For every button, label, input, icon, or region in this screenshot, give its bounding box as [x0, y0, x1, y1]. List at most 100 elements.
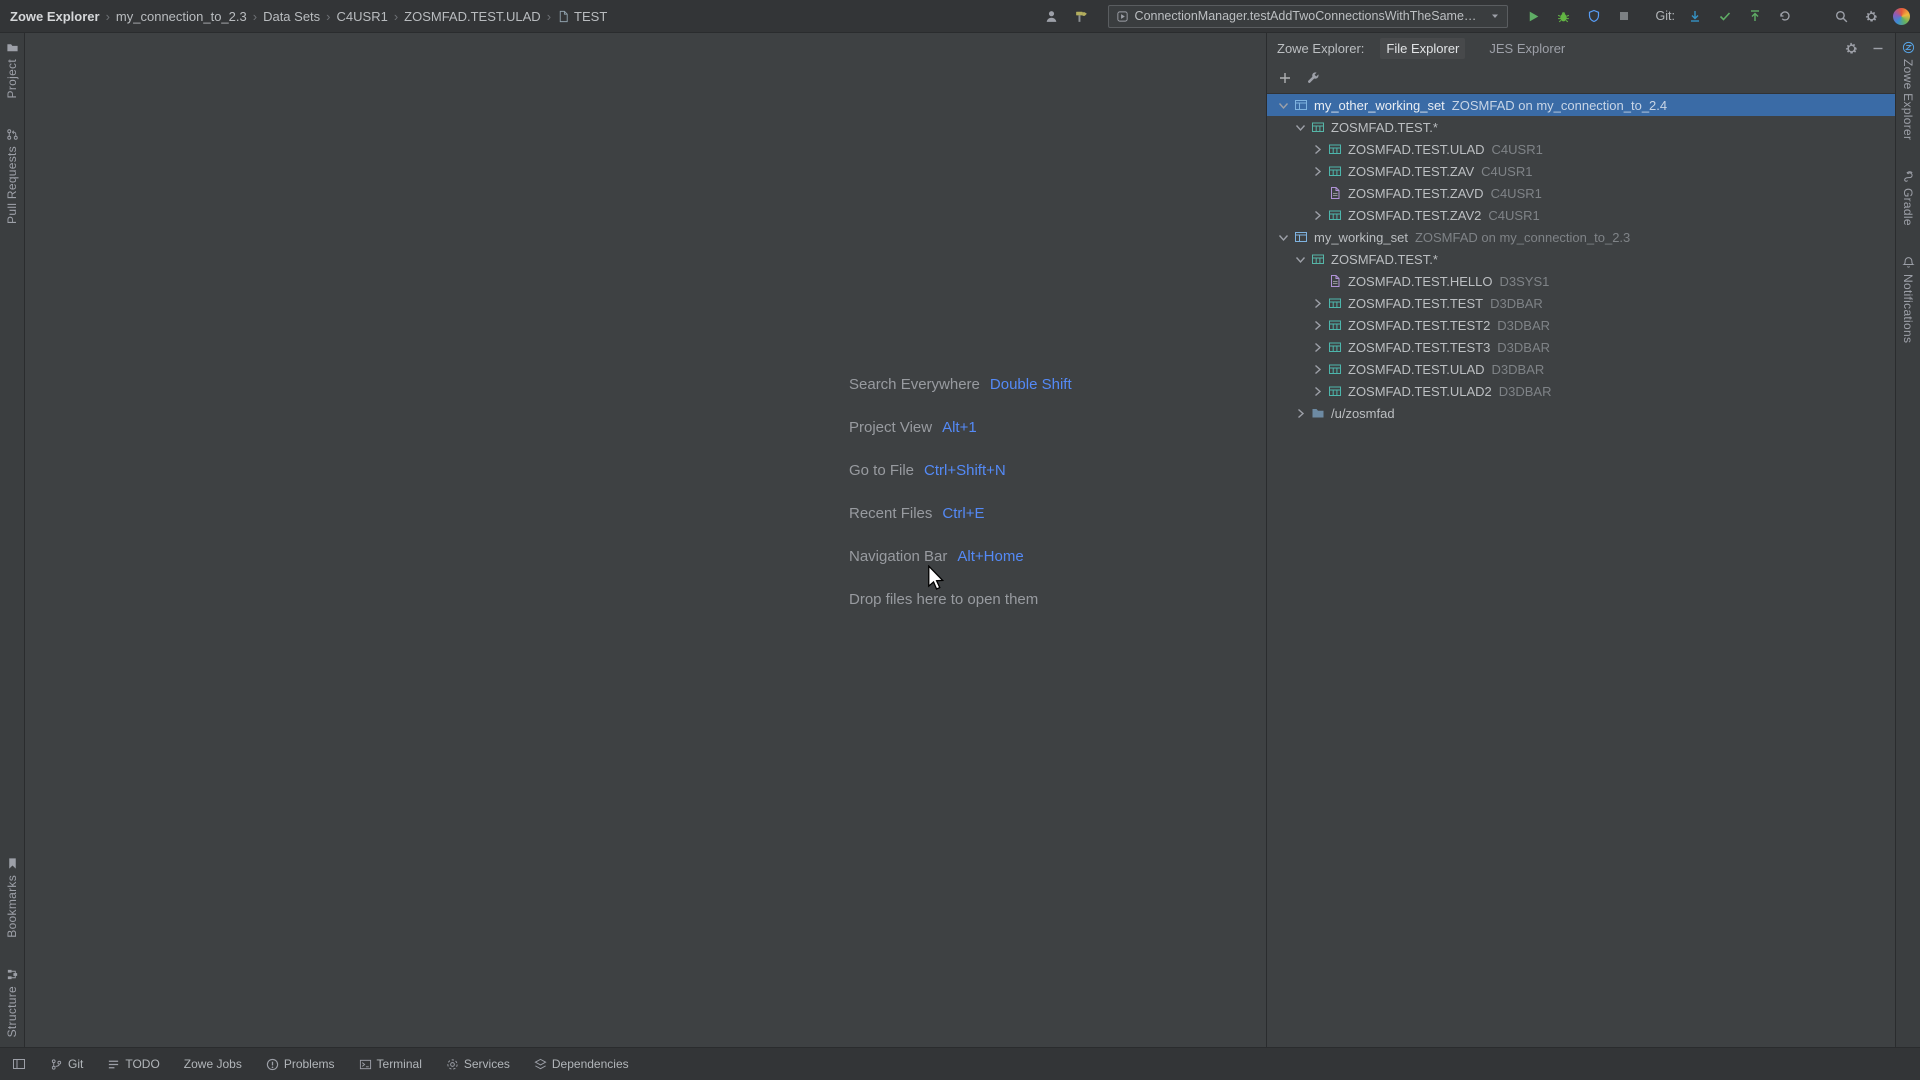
breadcrumb-item-data-sets[interactable]: Data Sets: [263, 9, 320, 24]
edit-wrench-icon[interactable]: [1306, 71, 1320, 85]
stop-button[interactable]: [1612, 4, 1636, 28]
status-items: Git TODO Zowe Jobs Problems Terminal Services…: [50, 1057, 629, 1071]
search-everywhere-icon[interactable]: [1829, 4, 1853, 28]
shortcut-keys: Ctrl+E: [942, 505, 984, 522]
tree-node-secondary: D3SYS1: [1499, 274, 1549, 289]
breadcrumb-item-label: my_connection_to_2.3: [116, 9, 247, 24]
tree-expand-chevron-icon[interactable]: [1309, 292, 1326, 314]
shortcut-keys: Ctrl+Shift+N: [924, 462, 1006, 479]
breadcrumb-item-zowe-explorer[interactable]: Zowe Explorer: [10, 9, 100, 24]
status-bar: Git TODO Zowe Jobs Problems Terminal Services…: [0, 1047, 1920, 1080]
tool-stripe-item-project[interactable]: Project: [5, 41, 19, 98]
breadcrumb-item-my-connection-to-2-3[interactable]: my_connection_to_2.3: [116, 9, 247, 24]
tab-file-explorer[interactable]: File Explorer: [1380, 38, 1465, 59]
tree-node-label: ZOSMFAD.TEST.ULAD2: [1348, 384, 1492, 399]
statusbar-item-problems[interactable]: Problems: [266, 1057, 335, 1071]
breadcrumb-item-c4usr1[interactable]: C4USR1: [337, 9, 388, 24]
run-configuration-select[interactable]: ConnectionManager.testAddTwoConnectionsW…: [1108, 5, 1508, 28]
breadcrumb-separator: ›: [252, 9, 258, 24]
debug-button[interactable]: [1552, 4, 1576, 28]
tool-stripe-item-bookmarks[interactable]: Bookmarks: [5, 857, 19, 938]
tree-node-label: ZOSMFAD.TEST.ULAD: [1348, 362, 1485, 377]
tree-row-zosmfad-test-ulad[interactable]: ZOSMFAD.TEST.ULADD3DBAR: [1267, 358, 1895, 380]
gradle-icon: [1902, 170, 1915, 183]
panel-settings-gear-icon[interactable]: [1844, 41, 1859, 56]
tree-row-zosmfad-test-zav[interactable]: ZOSMFAD.TEST.ZAVC4USR1: [1267, 160, 1895, 182]
tree-indent-spacer: [1309, 182, 1326, 204]
tree-collapse-chevron-icon[interactable]: [1292, 248, 1309, 270]
tree-row-zosmfad-test-zav2[interactable]: ZOSMFAD.TEST.ZAV2C4USR1: [1267, 204, 1895, 226]
tool-window-header: Zowe Explorer: File Explorer JES Explorer: [1267, 33, 1895, 63]
breadcrumb-item-label: Zowe Explorer: [10, 9, 100, 24]
breadcrumb-item-test[interactable]: TEST: [557, 9, 607, 24]
tree-expand-chevron-icon[interactable]: [1309, 138, 1326, 160]
run-button[interactable]: [1522, 4, 1546, 28]
tree-row-zosmfad-test-zavd[interactable]: ZOSMFAD.TEST.ZAVDC4USR1: [1267, 182, 1895, 204]
tree-collapse-chevron-icon[interactable]: [1292, 116, 1309, 138]
statusbar-item-terminal[interactable]: Terminal: [359, 1057, 422, 1071]
tree-row-zosmfad-test-test2[interactable]: ZOSMFAD.TEST.TEST2D3DBAR: [1267, 314, 1895, 336]
tree-row-zosmfad-test[interactable]: ZOSMFAD.TEST.*: [1267, 116, 1895, 138]
tree-node-label: ZOSMFAD.TEST.*: [1331, 252, 1438, 267]
git-push-icon[interactable]: [1743, 4, 1767, 28]
history-icon[interactable]: [1773, 4, 1797, 28]
tree-row-zosmfad-test-hello[interactable]: ZOSMFAD.TEST.HELLOD3SYS1: [1267, 270, 1895, 292]
tree-expand-chevron-icon[interactable]: [1309, 358, 1326, 380]
tool-window-title: Zowe Explorer:: [1277, 41, 1364, 56]
tab-jes-explorer[interactable]: JES Explorer: [1483, 38, 1571, 59]
tree-row-zosmfad-test[interactable]: ZOSMFAD.TEST.*: [1267, 248, 1895, 270]
settings-gear-icon[interactable]: [1859, 4, 1883, 28]
tree-node-label: /u/zosmfad: [1331, 406, 1395, 421]
statusbar-item-label: Git: [68, 1057, 83, 1071]
coverage-button[interactable]: [1582, 4, 1606, 28]
statusbar-item-services[interactable]: Services: [446, 1057, 510, 1071]
tree-row-zosmfad-test-ulad2[interactable]: ZOSMFAD.TEST.ULAD2D3DBAR: [1267, 380, 1895, 402]
breadcrumb-item-zosmfad-test-ulad[interactable]: ZOSMFAD.TEST.ULAD: [404, 9, 541, 24]
tree-expand-chevron-icon[interactable]: [1309, 380, 1326, 402]
profile-avatar[interactable]: [1893, 8, 1910, 25]
add-connection-icon[interactable]: [1278, 71, 1292, 85]
tool-window-switcher-icon[interactable]: [12, 1057, 26, 1071]
main-toolbar: Zowe Explorer › my_connection_to_2.3 › Data …: [0, 0, 1920, 33]
statusbar-item-zowe-jobs[interactable]: Zowe Jobs: [184, 1057, 242, 1071]
tree-row-zosmfad-test-ulad[interactable]: ZOSMFAD.TEST.ULADC4USR1: [1267, 138, 1895, 160]
statusbar-item-todo[interactable]: TODO: [107, 1057, 159, 1071]
git-commit-icon[interactable]: [1713, 4, 1737, 28]
tree-expand-chevron-icon[interactable]: [1309, 314, 1326, 336]
breadcrumb-separator: ›: [325, 9, 331, 24]
tree-node-secondary: C4USR1: [1491, 186, 1542, 201]
tree-expand-chevron-icon[interactable]: [1309, 160, 1326, 182]
terminal-icon: [359, 1058, 372, 1071]
shortcut-label: Go to File: [849, 462, 914, 479]
frame-body: ProjectPull Requests BookmarksStructure …: [0, 33, 1920, 1047]
build-hammer-icon[interactable]: [1070, 4, 1094, 28]
hide-panel-icon[interactable]: [1871, 41, 1885, 55]
tree-row-my-working-set[interactable]: my_working_setZOSMFAD on my_connection_t…: [1267, 226, 1895, 248]
tree-row-zosmfad-test-test3[interactable]: ZOSMFAD.TEST.TEST3D3DBAR: [1267, 336, 1895, 358]
tree-row-my-other-working-set[interactable]: my_other_working_setZOSMFAD on my_connec…: [1267, 94, 1895, 116]
user-icon[interactable]: [1040, 4, 1064, 28]
shortcut-label: Search Everywhere: [849, 376, 980, 393]
tree-node-secondary: ZOSMFAD on my_connection_to_2.4: [1452, 98, 1667, 113]
tree-expand-chevron-icon[interactable]: [1309, 204, 1326, 226]
dataset-icon: [1326, 142, 1344, 156]
tree-expand-chevron-icon[interactable]: [1309, 336, 1326, 358]
tool-stripe-item-pull-requests[interactable]: Pull Requests: [5, 128, 19, 224]
tool-stripe-item-notifications[interactable]: Notifications: [1901, 256, 1915, 343]
breadcrumb: Zowe Explorer › my_connection_to_2.3 › Data …: [10, 9, 607, 24]
tree-expand-chevron-icon[interactable]: [1292, 402, 1309, 424]
breadcrumb-item-label: C4USR1: [337, 9, 388, 24]
tool-stripe-item-gradle[interactable]: Gradle: [1901, 170, 1915, 226]
tree-collapse-chevron-icon[interactable]: [1275, 94, 1292, 116]
tree-row-u-zosmfad[interactable]: /u/zosmfad: [1267, 402, 1895, 424]
tool-stripe-item-structure[interactable]: Structure: [5, 968, 19, 1037]
git-update-icon[interactable]: [1683, 4, 1707, 28]
statusbar-item-git[interactable]: Git: [50, 1057, 83, 1071]
statusbar-item-dependencies[interactable]: Dependencies: [534, 1057, 629, 1071]
tool-stripe-item-zowe-explorer[interactable]: Zowe Explorer: [1901, 41, 1915, 140]
tree-collapse-chevron-icon[interactable]: [1275, 226, 1292, 248]
tree-row-zosmfad-test-test[interactable]: ZOSMFAD.TEST.TESTD3DBAR: [1267, 292, 1895, 314]
git-label: Git:: [1656, 9, 1675, 23]
run-config-icon: [1116, 10, 1129, 23]
tool-window-tabs: File Explorer JES Explorer: [1380, 38, 1571, 59]
